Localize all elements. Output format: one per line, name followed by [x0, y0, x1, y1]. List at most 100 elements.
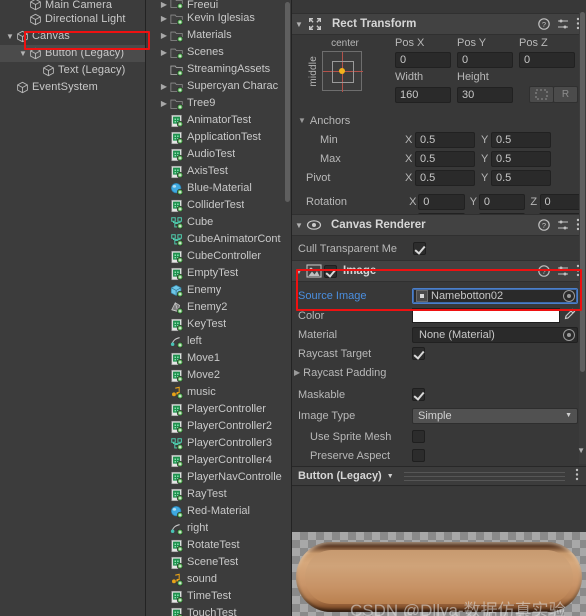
help-icon[interactable]: ? [538, 17, 550, 33]
project-item-collidertest[interactable]: ▶ColliderTest [146, 197, 291, 214]
anchors-foldout-icon[interactable]: ▼ [298, 116, 306, 125]
chevron-down-icon[interactable]: ▼ [17, 45, 29, 62]
project-item-enemy[interactable]: ▶Enemy [146, 282, 291, 299]
project-item-cube[interactable]: ▶Cube [146, 214, 291, 231]
chevron-right-icon[interactable]: ▶ [158, 0, 170, 10]
rotation-y-input[interactable]: 0 [478, 193, 526, 210]
project-item-cubeanimatorcont[interactable]: ▶CubeAnimatorCont [146, 231, 291, 248]
hierarchy-item-canvas[interactable]: ▼ Canvas [0, 28, 145, 45]
hierarchy-item-directional-light[interactable]: ▼Directional Light [0, 11, 145, 28]
pivot-y-input[interactable]: 0.5 [491, 169, 551, 186]
preview-header[interactable]: Button (Legacy) ▼ [292, 466, 586, 486]
height-input[interactable]: 30 [457, 86, 513, 103]
maskable-checkbox[interactable] [412, 388, 425, 401]
help-icon[interactable]: ? [538, 218, 550, 234]
source-image-objectfield[interactable]: Namebotton02 [412, 287, 578, 304]
chevron-right-icon[interactable]: ▶ [158, 27, 170, 44]
project-item-raytest[interactable]: ▶RayTest [146, 486, 291, 503]
chevron-right-icon[interactable]: ▶ [158, 44, 170, 61]
color-swatch[interactable] [412, 308, 560, 323]
project-item-sound[interactable]: ▶sound [146, 571, 291, 588]
pivot-x-input[interactable]: 0.5 [415, 169, 475, 186]
project-item-playercontroller4[interactable]: ▶PlayerController4 [146, 452, 291, 469]
preset-icon[interactable] [557, 265, 569, 280]
rotation-x-input[interactable]: 0 [418, 193, 465, 210]
chevron-right-icon[interactable]: ▶ [158, 78, 170, 95]
raycast-target-checkbox[interactable] [412, 347, 425, 360]
canvas-renderer-header[interactable]: ▼ Canvas Renderer ? [292, 214, 586, 236]
project-item-move2[interactable]: ▶Move2 [146, 367, 291, 384]
cull-transparent-mesh-checkbox[interactable] [413, 242, 426, 255]
project-item-right[interactable]: ▶right [146, 520, 291, 537]
chevron-down-icon[interactable]: ▼ [292, 221, 306, 230]
project-item-playercontroller[interactable]: ▶PlayerController [146, 401, 291, 418]
project-panel[interactable]: ▶Freeui▶Kevin Iglesias▶Materials▶Scenes▶… [146, 0, 292, 616]
project-item-animatortest[interactable]: ▶AnimatorTest [146, 112, 291, 129]
anchor-max-y-input[interactable]: 0.5 [491, 150, 551, 167]
preset-icon[interactable] [557, 219, 569, 234]
project-item-materials[interactable]: ▶ Materials [146, 27, 291, 44]
project-item-audiotest[interactable]: ▶AudioTest [146, 146, 291, 163]
eyedropper-icon[interactable] [563, 308, 577, 323]
project-item-applicationtest[interactable]: ▶ApplicationTest [146, 129, 291, 146]
project-item-timetest[interactable]: ▶TimeTest [146, 588, 291, 605]
anchor-min-x-input[interactable]: 0.5 [415, 131, 475, 148]
project-item-freeui[interactable]: ▶ Freeui [146, 0, 291, 10]
project-item-playernavcontrolle[interactable]: ▶PlayerNavControlle [146, 469, 291, 486]
inspector-scrollbar[interactable] [579, 12, 586, 464]
project-item-playercontroller2[interactable]: ▶PlayerController2 [146, 418, 291, 435]
hierarchy-item-main-camera[interactable]: ▼Main Camera [0, 0, 145, 11]
rect-transform-header[interactable]: ▼ Rect Transform ? [292, 13, 586, 35]
project-item-enemy2[interactable]: ▶Enemy2 [146, 299, 291, 316]
hierarchy-list[interactable]: ▼Main Camera▼Directional Light▼Canvas▼Bu… [0, 0, 145, 96]
chevron-down-icon[interactable]: ▼ [4, 28, 16, 45]
image-type-dropdown[interactable]: Simple ▼ [412, 407, 578, 424]
blueprint-mode-button[interactable] [529, 86, 554, 103]
raycast-padding-foldout-icon[interactable]: ▶ [294, 368, 300, 377]
project-item-streamingassets[interactable]: ▶StreamingAssets [146, 61, 291, 78]
anchor-max-x-input[interactable]: 0.5 [415, 150, 475, 167]
chevron-down-icon[interactable]: ▼ [292, 267, 306, 276]
project-item-keytest[interactable]: ▶KeyTest [146, 316, 291, 333]
project-item-axistest[interactable]: ▶AxisTest [146, 163, 291, 180]
chevron-right-icon[interactable]: ▶ [158, 95, 170, 112]
width-input[interactable]: 160 [395, 86, 451, 103]
project-item-scenetest[interactable]: ▶SceneTest [146, 554, 291, 571]
material-objectfield[interactable]: None (Material) [412, 326, 578, 343]
project-item-rotatetest[interactable]: ▶RotateTest [146, 537, 291, 554]
project-item-red-material[interactable]: ▶Red-Material [146, 503, 291, 520]
preset-icon[interactable] [557, 18, 569, 33]
project-item-tree9[interactable]: ▶ Tree9 [146, 95, 291, 112]
image-component-header[interactable]: ▼ Image ? [292, 260, 586, 282]
chevron-right-icon[interactable]: ▶ [158, 10, 170, 27]
project-item-music[interactable]: ▶music [146, 384, 291, 401]
object-picker-icon[interactable] [563, 328, 575, 341]
scroll-down-arrow-icon[interactable]: ▼ [577, 446, 585, 455]
help-icon[interactable]: ? [538, 264, 550, 280]
anchor-preset-widget[interactable] [322, 51, 363, 92]
hierarchy-item-eventsystem[interactable]: ▼EventSystem [0, 79, 145, 96]
project-item-supercyan-charac[interactable]: ▶ Supercyan Charac [146, 78, 291, 95]
anchor-min-y-input[interactable]: 0.5 [491, 131, 551, 148]
preview-drag-handle[interactable] [403, 469, 565, 484]
chevron-down-icon[interactable]: ▼ [387, 473, 394, 480]
chevron-down-icon[interactable]: ▼ [292, 20, 306, 29]
inspector-panel[interactable]: ▼ Rect Transform ? center middle Pos X P… [292, 0, 586, 616]
project-item-emptytest[interactable]: ▶EmptyTest [146, 265, 291, 282]
project-item-cubecontroller[interactable]: ▶CubeController [146, 248, 291, 265]
hierarchy-panel[interactable]: ▼Main Camera▼Directional Light▼Canvas▼Bu… [0, 0, 146, 616]
project-item-touchtest[interactable]: ▶TouchTest [146, 605, 291, 616]
kebab-menu-icon[interactable] [575, 468, 579, 484]
project-item-playercontroller3[interactable]: ▶PlayerController3 [146, 435, 291, 452]
raw-edit-mode-button[interactable]: R [553, 86, 578, 103]
pos-y-input[interactable]: 0 [457, 52, 513, 68]
project-item-kevin-iglesias[interactable]: ▶ Kevin Iglesias [146, 10, 291, 27]
project-item-scenes[interactable]: ▶ Scenes [146, 44, 291, 61]
project-list[interactable]: ▶Freeui▶Kevin Iglesias▶Materials▶Scenes▶… [146, 0, 291, 616]
pos-x-input[interactable]: 0 [395, 52, 451, 68]
use-sprite-mesh-checkbox[interactable] [412, 430, 425, 443]
hierarchy-item-text-legacy[interactable]: ▼Text (Legacy) [0, 62, 145, 79]
image-component-enabled-checkbox[interactable] [324, 264, 337, 278]
project-scrollbar[interactable] [284, 0, 291, 616]
hierarchy-item-button-legacy[interactable]: ▼ Button (Legacy) [0, 45, 145, 62]
